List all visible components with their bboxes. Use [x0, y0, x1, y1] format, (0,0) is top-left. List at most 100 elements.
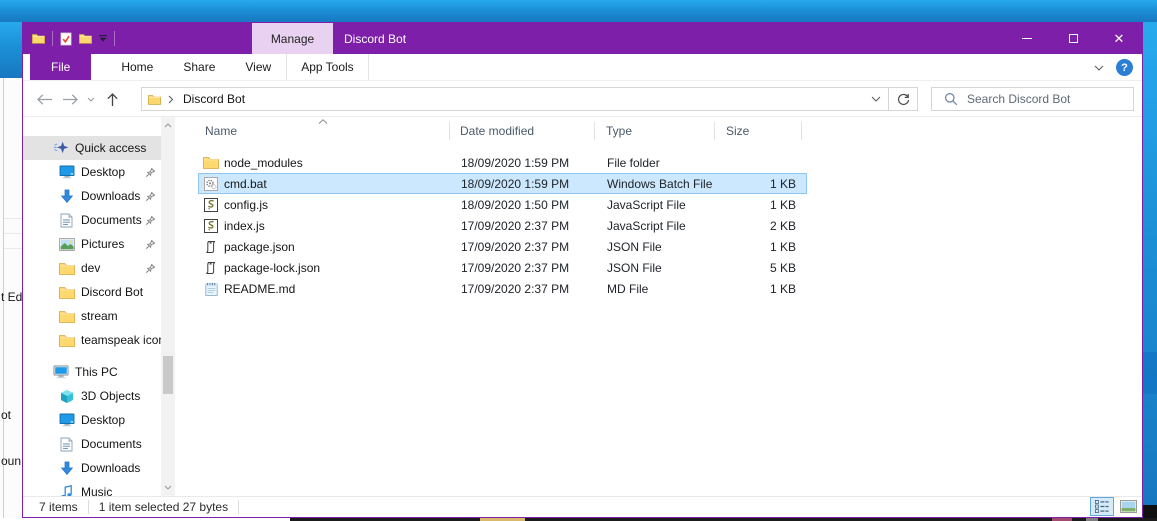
- file-row-node-modules[interactable]: node_modules 18/09/2020 1:59 PM File folde…: [175, 152, 1142, 173]
- ribbon-collapse-icon[interactable]: [1094, 65, 1104, 71]
- scroll-thumb[interactable]: [163, 356, 173, 394]
- column-header-name[interactable]: Name: [205, 124, 237, 138]
- sidebar-item-label: Pictures: [81, 237, 125, 251]
- sidebar-item-discord-bot[interactable]: Discord Bot: [23, 280, 161, 304]
- qat-dropdown-icon[interactable]: [99, 35, 107, 42]
- search-input[interactable]: [967, 92, 1133, 106]
- minimize-icon: [1022, 38, 1032, 39]
- help-icon[interactable]: ?: [1116, 59, 1133, 76]
- sidebar-item-3d-objects[interactable]: 3D Objects: [23, 384, 161, 408]
- details-view-icon: [1095, 500, 1109, 513]
- file-name: README.md: [224, 281, 296, 296]
- sidebar-item-desktop[interactable]: Desktop: [23, 408, 161, 432]
- column-header-size[interactable]: Size: [726, 124, 749, 138]
- breadcrumb[interactable]: Discord Bot: [183, 92, 864, 106]
- file-type: JavaScript File: [607, 197, 686, 212]
- file-row-readme-md[interactable]: README.md 17/09/2020 2:37 PM MD File 1 KB: [175, 278, 1142, 299]
- search-box[interactable]: [931, 87, 1134, 111]
- column-divider[interactable]: [449, 122, 450, 140]
- sidebar-item-label: stream: [81, 309, 118, 323]
- tab-share[interactable]: Share: [168, 54, 230, 80]
- address-bar[interactable]: Discord Bot: [141, 87, 918, 111]
- ribbon-tab-row: File Home Share View App Tools ?: [23, 54, 1142, 81]
- folder-icon[interactable]: [32, 33, 45, 44]
- scroll-up-icon[interactable]: [161, 118, 175, 133]
- navigation-buttons: [31, 81, 125, 117]
- forward-button[interactable]: [57, 93, 83, 106]
- sidebar-item-music[interactable]: Music: [23, 480, 161, 496]
- file-name-cell: node_modules: [199, 156, 450, 170]
- recent-locations-icon[interactable]: [83, 97, 99, 102]
- status-bar: 7 items 1 item selected 27 bytes: [23, 496, 1142, 517]
- background-text-fragment: ot: [1, 408, 12, 422]
- tab-view[interactable]: View: [230, 54, 286, 80]
- file-name: package-lock.json: [224, 260, 321, 275]
- file-row-box[interactable]: cmd.bat 18/09/2020 1:59 PM Windows Batch F…: [198, 173, 807, 194]
- close-button[interactable]: ✕: [1096, 23, 1142, 54]
- file-row-index-js[interactable]: index.js 17/09/2020 2:37 PM JavaScript Fil…: [175, 215, 1142, 236]
- sidebar-item-downloads[interactable]: Downloads: [23, 184, 161, 208]
- file-date-modified: 18/09/2020 1:59 PM: [461, 155, 570, 170]
- file-row-box[interactable]: package-lock.json 17/09/2020 2:37 PM JSON …: [198, 257, 807, 278]
- column-divider[interactable]: [714, 122, 715, 140]
- sidebar-item-documents[interactable]: Documents: [23, 432, 161, 456]
- up-button[interactable]: [99, 92, 125, 107]
- file-row-box[interactable]: package.json 17/09/2020 2:37 PM JSON File 1…: [198, 236, 807, 257]
- scroll-down-icon[interactable]: [161, 480, 175, 495]
- details-view-button[interactable]: [1090, 497, 1114, 516]
- sidebar-item-stream[interactable]: stream: [23, 304, 161, 328]
- file-row-config-js[interactable]: config.js 18/09/2020 1:50 PM JavaScript Fi…: [175, 194, 1142, 215]
- sidebar-item-dev[interactable]: dev: [23, 256, 161, 280]
- column-header-type[interactable]: Type: [606, 124, 632, 138]
- maximize-button[interactable]: [1050, 23, 1096, 54]
- sidebar-item-downloads[interactable]: Downloads: [23, 456, 161, 480]
- file-row-box[interactable]: node_modules 18/09/2020 1:59 PM File folde…: [198, 152, 807, 173]
- file-date-modified: 17/09/2020 2:37 PM: [461, 239, 570, 254]
- file-row-box[interactable]: config.js 18/09/2020 1:50 PM JavaScript Fi…: [198, 194, 807, 215]
- thumbnails-view-button[interactable]: [1116, 497, 1140, 516]
- sidebar-item-label: 3D Objects: [81, 389, 141, 403]
- back-button[interactable]: [31, 93, 57, 106]
- file-type: File folder: [607, 155, 660, 170]
- file-type: JavaScript File: [607, 218, 686, 233]
- sidebar-item-label: dev: [81, 261, 101, 275]
- file-row-cmd-bat[interactable]: cmd.bat 18/09/2020 1:59 PM Windows Batch F…: [175, 173, 1142, 194]
- column-divider[interactable]: [801, 122, 802, 140]
- sidebar-item-quick-access[interactable]: Quick access: [23, 136, 161, 160]
- tab-home[interactable]: Home: [106, 54, 168, 80]
- sidebar-item-teamspeak-icons[interactable]: teamspeak icons: [23, 328, 161, 352]
- tab-file[interactable]: File: [30, 54, 92, 80]
- file-name-cell: README.md: [199, 282, 450, 296]
- file-row-package-json[interactable]: package.json 17/09/2020 2:37 PM JSON File 1…: [175, 236, 1142, 257]
- sidebar-item-label: teamspeak icons: [81, 333, 161, 347]
- column-divider[interactable]: [594, 122, 595, 140]
- pictures-icon: [58, 237, 75, 251]
- file-row-box[interactable]: index.js 17/09/2020 2:37 PM JavaScript Fil…: [198, 215, 807, 236]
- breadcrumb-chevron-icon[interactable]: [168, 95, 174, 104]
- tab-app-tools[interactable]: App Tools: [286, 54, 369, 80]
- pin-icon: [145, 167, 156, 178]
- 3d-objects-icon: [58, 389, 75, 404]
- file-row-package-lock-json[interactable]: package-lock.json 17/09/2020 2:37 PM JSON …: [175, 257, 1142, 278]
- js-file-icon: [203, 197, 219, 212]
- folder-icon[interactable]: [79, 33, 92, 44]
- divider: [4, 233, 22, 234]
- sidebar-item-this-pc[interactable]: This PC: [23, 360, 161, 384]
- file-row-box[interactable]: README.md 17/09/2020 2:37 PM MD File 1 KB: [198, 278, 807, 299]
- sidebar-item-pictures[interactable]: Pictures: [23, 232, 161, 256]
- js-file-icon: [203, 218, 219, 233]
- refresh-icon[interactable]: [889, 93, 917, 106]
- location-folder-icon: [148, 94, 161, 105]
- file-size: 1 KB: [769, 239, 796, 254]
- file-name: package.json: [224, 239, 295, 254]
- sidebar-item-desktop[interactable]: Desktop: [23, 160, 161, 184]
- minimize-button[interactable]: [1004, 23, 1050, 54]
- sidebar-scrollbar[interactable]: [161, 117, 175, 496]
- sidebar-item-documents[interactable]: Documents: [23, 208, 161, 232]
- column-header-date-modified[interactable]: Date modified: [460, 124, 534, 138]
- search-icon: [944, 92, 958, 106]
- address-dropdown-icon[interactable]: [864, 96, 888, 102]
- properties-icon[interactable]: [60, 32, 72, 46]
- quick-access-toolbar: [23, 23, 115, 54]
- contextual-tab-manage[interactable]: Manage: [252, 23, 333, 54]
